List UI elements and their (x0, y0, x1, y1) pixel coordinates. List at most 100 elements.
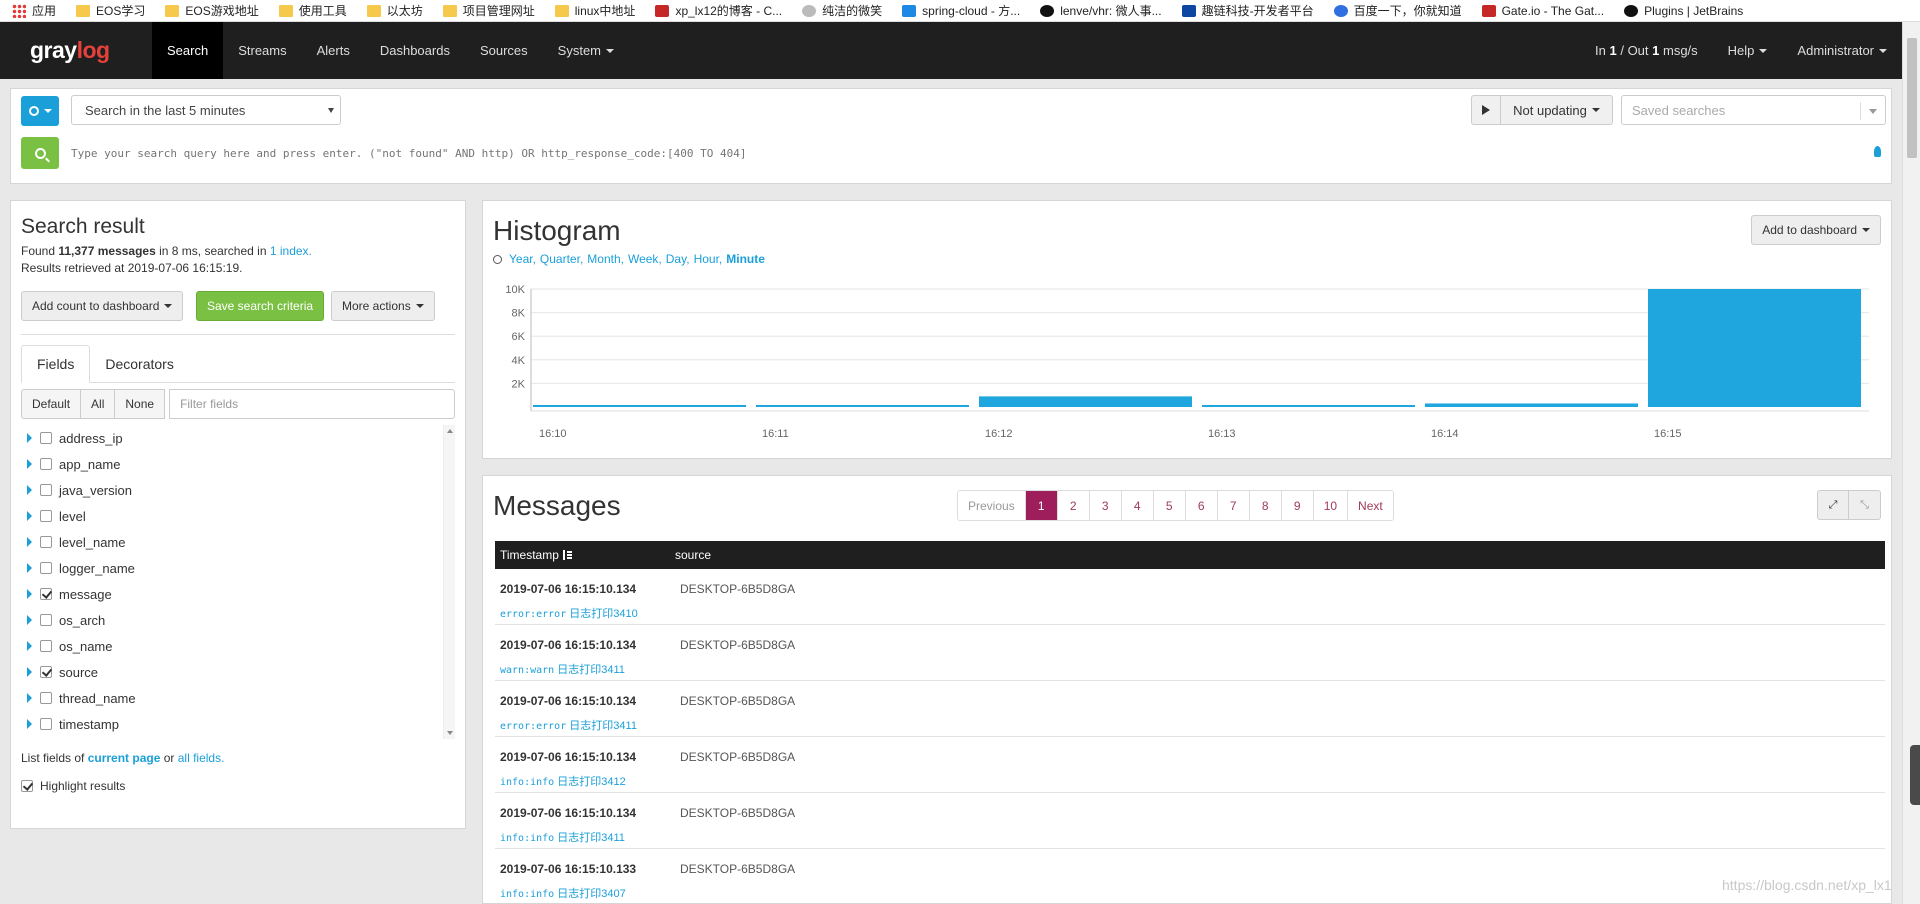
field-row[interactable]: source (21, 659, 455, 685)
bookmark-item[interactable]: 使用工具 (275, 0, 359, 21)
pagination-next[interactable]: Next (1348, 491, 1393, 520)
expand-caret-icon[interactable] (27, 667, 32, 677)
bookmark-item[interactable]: linux中地址 (551, 0, 648, 21)
pagination-page[interactable]: 6 (1185, 491, 1218, 520)
resolution-link[interactable]: Day, (666, 252, 690, 266)
field-checkbox[interactable] (40, 484, 52, 496)
expand-caret-icon[interactable] (27, 589, 32, 599)
bookmark-item[interactable]: 趣链科技-开发者平台 (1178, 0, 1326, 21)
resolution-link[interactable]: Hour, (694, 252, 723, 266)
bookmark-item[interactable]: EOS学习 (72, 0, 157, 21)
bookmark-item[interactable]: spring-cloud - 方... (898, 0, 1032, 21)
histogram-bar[interactable] (1648, 289, 1861, 407)
collapse-icon[interactable]: ⤡ (1849, 490, 1881, 520)
pagination-page[interactable]: 4 (1121, 491, 1154, 520)
message-row[interactable]: 2019-07-06 16:15:10.133 DESKTOP-6B5D8GA in… (495, 849, 1885, 903)
highlight-results-option[interactable]: Highlight results (21, 779, 125, 793)
bookmark-item[interactable]: lenve/vhr: 微人事... (1036, 0, 1173, 21)
nav-streams[interactable]: Streams (223, 22, 301, 79)
nav-search[interactable]: Search (152, 22, 224, 79)
message-row[interactable]: 2019-07-06 16:15:10.134 DESKTOP-6B5D8GA in… (495, 793, 1885, 849)
expand-caret-icon[interactable] (27, 615, 32, 625)
message-row[interactable]: 2019-07-06 16:15:10.134 DESKTOP-6B5D8GA er… (495, 569, 1885, 625)
bookmark-item[interactable]: 应用 (8, 0, 68, 21)
field-row[interactable]: message (21, 581, 455, 607)
bookmark-item[interactable]: EOS游戏地址 (161, 0, 270, 21)
tab-decorators[interactable]: Decorators (90, 345, 188, 383)
expand-caret-icon[interactable] (27, 693, 32, 703)
filter-none-button[interactable]: None (114, 389, 166, 419)
field-checkbox[interactable] (40, 536, 52, 548)
pagination-page[interactable]: 9 (1281, 491, 1314, 520)
field-row[interactable]: logger_name (21, 555, 455, 581)
bookmark-item[interactable]: 以太坊 (363, 0, 435, 21)
pagination-page[interactable]: 1 (1025, 491, 1058, 520)
field-checkbox[interactable] (40, 692, 52, 704)
pagination-page[interactable]: 10 (1313, 491, 1349, 520)
saved-searches-select[interactable]: Saved searches (1621, 95, 1886, 125)
field-list-scrollbar[interactable] (443, 425, 455, 739)
current-page-link[interactable]: current page (88, 751, 161, 765)
nav-dashboards[interactable]: Dashboards (365, 22, 465, 79)
filter-default-button[interactable]: Default (21, 389, 82, 419)
expand-caret-icon[interactable] (27, 485, 32, 495)
pagination-page[interactable]: 8 (1249, 491, 1282, 520)
nav-user-menu[interactable]: Administrator (1782, 22, 1902, 79)
nav-system[interactable]: System (543, 22, 629, 79)
save-search-criteria-button[interactable]: Save search criteria (196, 291, 325, 321)
more-actions-button[interactable]: More actions (331, 291, 435, 321)
field-checkbox[interactable] (40, 432, 52, 444)
field-row[interactable]: thread_name (21, 685, 455, 711)
histogram-bar[interactable] (1425, 403, 1638, 407)
refresh-interval-dropdown[interactable]: Not updating (1501, 95, 1613, 125)
expand-caret-icon[interactable] (27, 537, 32, 547)
histogram-bar[interactable] (533, 405, 746, 407)
lightbulb-icon[interactable] (1874, 146, 1881, 157)
pagination-previous[interactable]: Previous (958, 491, 1026, 520)
field-row[interactable]: java_version (21, 477, 455, 503)
expand-caret-icon[interactable] (27, 563, 32, 573)
play-refresh-button[interactable] (1471, 95, 1501, 125)
histogram-bar[interactable] (756, 405, 969, 407)
message-row[interactable]: 2019-07-06 16:15:10.134 DESKTOP-6B5D8GA er… (495, 681, 1885, 737)
field-checkbox[interactable] (40, 562, 52, 574)
field-row[interactable]: address_ip (21, 425, 455, 451)
index-link[interactable]: 1 index. (270, 244, 312, 258)
source-column-header[interactable]: source (675, 548, 711, 562)
add-count-to-dashboard-button[interactable]: Add count to dashboard (21, 291, 184, 321)
bookmark-item[interactable]: Plugins | JetBrains (1620, 0, 1755, 21)
nav-help[interactable]: Help (1713, 22, 1783, 79)
nav-alerts[interactable]: Alerts (302, 22, 365, 79)
field-row[interactable]: os_name (21, 633, 455, 659)
highlight-checkbox[interactable] (21, 780, 33, 792)
histogram-bar[interactable] (1202, 405, 1415, 407)
field-checkbox[interactable] (40, 666, 52, 678)
pagination-page[interactable]: 2 (1057, 491, 1090, 520)
search-button[interactable] (21, 137, 59, 169)
resolution-link[interactable]: Year, (509, 252, 536, 266)
bookmark-item[interactable]: xp_lx12的博客 - C... (651, 0, 794, 21)
resolution-link[interactable]: Month, (587, 252, 624, 266)
histogram-bar[interactable] (979, 396, 1192, 407)
expand-caret-icon[interactable] (27, 511, 32, 521)
all-fields-link[interactable]: all fields. (178, 751, 225, 765)
field-row[interactable]: app_name (21, 451, 455, 477)
message-row[interactable]: 2019-07-06 16:15:10.134 DESKTOP-6B5D8GA wa… (495, 625, 1885, 681)
expand-caret-icon[interactable] (27, 719, 32, 729)
time-range-type-button[interactable] (21, 96, 59, 126)
graylog-logo[interactable]: gray log (0, 22, 152, 79)
field-checkbox[interactable] (40, 614, 52, 626)
add-to-dashboard-button[interactable]: Add to dashboard (1751, 215, 1881, 245)
resolution-link[interactable]: Quarter, (540, 252, 583, 266)
bookmark-item[interactable]: Gate.io - The Gat... (1478, 0, 1617, 21)
expand-caret-icon[interactable] (27, 433, 32, 443)
pagination-page[interactable]: 5 (1153, 491, 1186, 520)
expand-caret-icon[interactable] (27, 459, 32, 469)
field-checkbox[interactable] (40, 510, 52, 522)
expand-icon[interactable]: ⤢ (1817, 490, 1849, 520)
field-checkbox[interactable] (40, 588, 52, 600)
field-checkbox[interactable] (40, 458, 52, 470)
field-checkbox[interactable] (40, 640, 52, 652)
field-row[interactable]: level (21, 503, 455, 529)
side-widget[interactable] (1910, 745, 1920, 805)
